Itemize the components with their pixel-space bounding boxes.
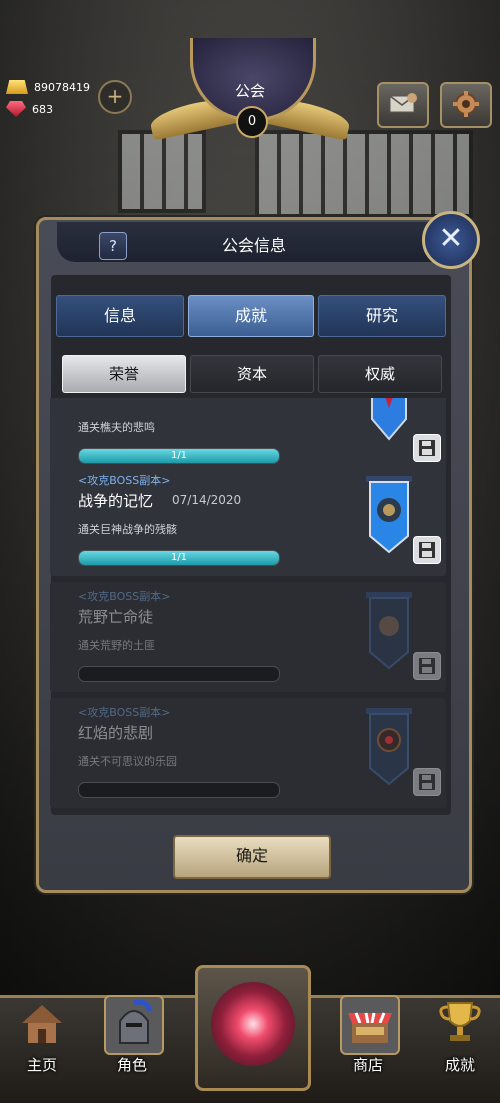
nav-shop[interactable]: 商店 xyxy=(328,995,408,1075)
gold-icon xyxy=(6,80,28,94)
gem-resource: 683 xyxy=(6,101,53,117)
tab-achievements[interactable]: 成就 xyxy=(188,295,314,337)
bottom-nav: 主页 角色 商店 成就 xyxy=(0,965,500,1103)
portal-orb-icon xyxy=(211,982,295,1066)
panel-title: 公会信息 xyxy=(221,236,286,255)
gold-resource: 89078419 xyxy=(6,80,90,94)
banner-icon xyxy=(371,398,407,441)
achievement-desc: 通关不可思议的乐园 xyxy=(78,755,177,768)
progress-bar: 1/1 xyxy=(78,448,280,464)
subtab-honor[interactable]: 荣誉 xyxy=(62,355,186,393)
banner-icon xyxy=(366,592,412,670)
achievement-list[interactable]: 通关樵夫的悲鸣 1/1 <攻克BOSS副本> 战争的记忆 07/14/2020 … xyxy=(50,398,448,818)
banner-icon xyxy=(366,708,412,786)
tab-research[interactable]: 研究 xyxy=(318,295,446,337)
progress-bar: 1/1 xyxy=(78,550,280,566)
mail-icon xyxy=(389,93,417,113)
achievement-category: <攻克BOSS副本> xyxy=(78,706,171,719)
achievement-date: 07/14/2020 xyxy=(172,493,242,507)
close-button[interactable]: ✕ xyxy=(422,211,480,269)
nav-home-label: 主页 xyxy=(26,1056,57,1074)
floppy-icon xyxy=(419,658,435,674)
save-button[interactable] xyxy=(413,652,441,680)
guild-emblem[interactable]: 公会 0 xyxy=(148,38,352,148)
nav-home[interactable]: 主页 xyxy=(2,995,82,1075)
save-button[interactable] xyxy=(413,768,441,796)
tab-info[interactable]: 信息 xyxy=(56,295,184,337)
guild-title: 公会 xyxy=(234,82,265,100)
subtab-authority[interactable]: 权威 xyxy=(318,355,442,393)
achievement-name: 红焰的悲剧 xyxy=(78,724,154,742)
confirm-button[interactable]: 确定 xyxy=(173,835,331,879)
shop-stall-icon xyxy=(340,995,400,1055)
nav-center-portal[interactable] xyxy=(195,965,311,1091)
save-button[interactable] xyxy=(413,536,441,564)
floppy-icon xyxy=(419,542,435,558)
gold-amount: 89078419 xyxy=(34,80,90,94)
achievement-name: 荒野亡命徒 xyxy=(78,608,154,626)
floppy-icon xyxy=(419,440,435,456)
achievement-item: <攻克BOSS副本> 荒野亡命徒 通关荒野的土匪 xyxy=(50,582,446,692)
progress-text: 1/1 xyxy=(170,450,188,461)
gear-icon xyxy=(453,91,479,117)
achievement-category: <攻克BOSS副本> xyxy=(78,590,171,603)
gem-icon xyxy=(6,101,26,117)
progress-bar xyxy=(78,666,280,682)
mail-button[interactable] xyxy=(377,82,429,128)
achievement-desc: 通关巨神战争的残骸 xyxy=(78,523,177,536)
nav-shop-label: 商店 xyxy=(352,1056,383,1074)
banner-icon xyxy=(366,476,412,554)
achievement-desc: 通关荒野的土匪 xyxy=(78,639,155,652)
nav-character[interactable]: 角色 xyxy=(92,995,172,1075)
add-resource-button[interactable]: + xyxy=(98,80,132,114)
achievement-category: <攻克BOSS副本> xyxy=(78,474,171,487)
helmet-icon xyxy=(104,995,164,1055)
gem-amount: 683 xyxy=(32,102,53,116)
trophy-icon xyxy=(439,1002,481,1041)
save-button[interactable] xyxy=(413,434,441,462)
house-icon xyxy=(22,1005,62,1043)
nav-achievements[interactable]: 成就 xyxy=(420,995,500,1075)
achievement-item: <攻克BOSS副本> 红焰的悲剧 通关不可思议的乐园 xyxy=(50,698,446,808)
nav-character-label: 角色 xyxy=(116,1056,147,1074)
achievement-name: 战争的记忆 xyxy=(78,492,154,510)
progress-text: 1/1 xyxy=(170,552,188,563)
settings-button[interactable] xyxy=(440,82,492,128)
progress-bar xyxy=(78,782,280,798)
guild-count: 0 xyxy=(236,106,268,138)
achievement-item: <攻克BOSS副本> 战争的记忆 07/14/2020 通关巨神战争的残骸 1/… xyxy=(50,466,446,576)
subtab-capital[interactable]: 资本 xyxy=(190,355,314,393)
nav-achievements-label: 成就 xyxy=(444,1056,475,1074)
floppy-icon xyxy=(419,774,435,790)
achievement-desc: 通关樵夫的悲鸣 xyxy=(78,421,155,434)
achievement-item: 通关樵夫的悲鸣 1/1 xyxy=(50,398,446,474)
